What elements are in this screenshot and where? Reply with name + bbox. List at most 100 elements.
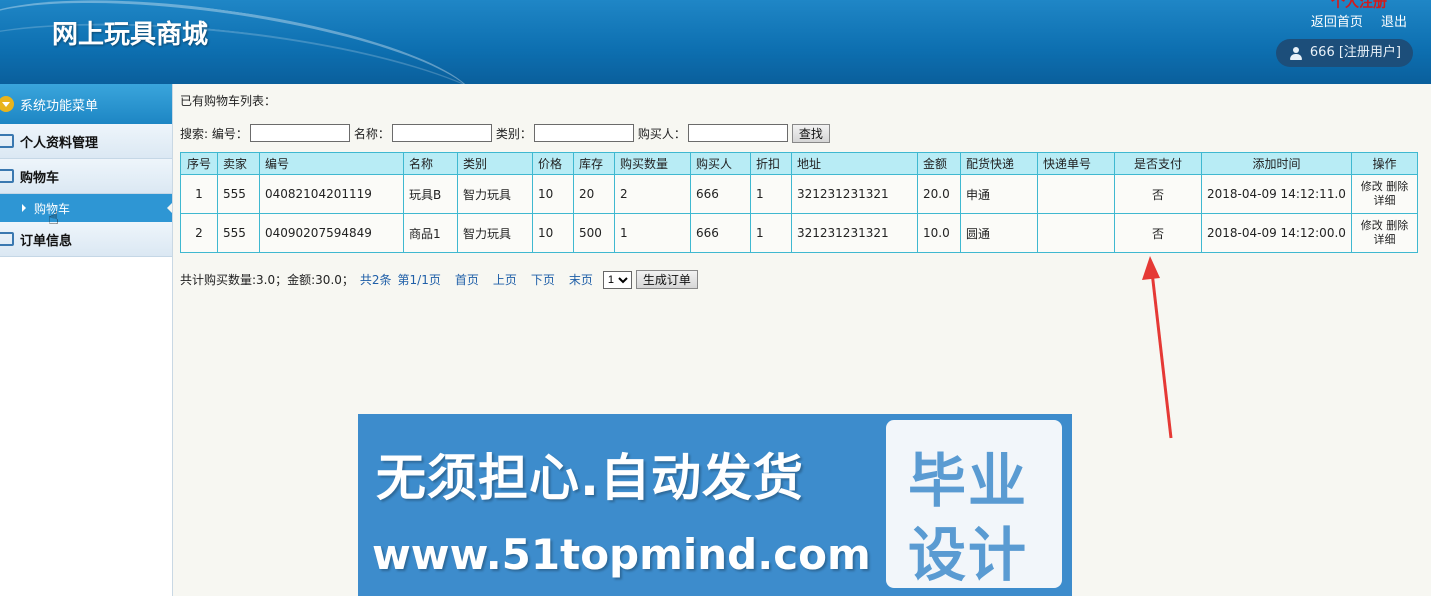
cell-ops: 修改 删除 详细 (1350, 174, 1419, 214)
sidebar-item-label: 购物车 (20, 170, 60, 186)
pager-next-link[interactable]: 下页 (531, 271, 555, 288)
home-link[interactable]: 返回首页 (1311, 15, 1363, 30)
sidebar-item-label: 个人资料管理 (20, 135, 99, 151)
search-button[interactable]: 查找 (791, 123, 830, 143)
top-links: 返回首页 退出 (1297, 11, 1407, 30)
page-select[interactable]: 1 (602, 270, 632, 289)
cell-paid: 否 (1114, 213, 1202, 253)
cell-no: 2 (180, 213, 218, 253)
list-title: 已有购物车列表： (180, 94, 277, 108)
cell-courier: 圆通 (960, 213, 1038, 253)
main-content: 已有购物车列表： 搜索: 编号： 名称： 类别： 购买人： 查找 序号 卖家 编… (180, 92, 1420, 289)
col-header: 添加时间 (1201, 152, 1352, 175)
pager-total: 共2条 (359, 273, 392, 287)
cell-discount: 1 (750, 213, 792, 253)
watermark-banner: 无须担心.自动发货 www.51topmind.com 毕业 设计 (358, 414, 1072, 596)
col-header: 快递单号 (1037, 152, 1115, 175)
table-row: 2 555 04090207594849 商品1 智力玩具 10 500 1 6… (180, 213, 1419, 253)
search-category-label: 类别： (495, 126, 532, 141)
sidebar-item-label: 订单信息 (20, 233, 73, 249)
cell-buyer: 666 (690, 174, 751, 214)
cell-buyer: 666 (690, 213, 751, 253)
cell-seller: 555 (217, 213, 260, 253)
delete-link[interactable]: 删除 (1386, 219, 1408, 232)
chat-icon (0, 169, 14, 183)
edit-icon (0, 232, 14, 246)
menu-title-label: 系统功能菜单 (20, 98, 99, 114)
col-header: 操作 (1350, 152, 1419, 175)
edit-link[interactable]: 修改 (1361, 180, 1383, 193)
sidebar-item-cart[interactable]: 购物车 (0, 159, 172, 194)
pager-first-link[interactable]: 首页 (455, 271, 479, 288)
cell-qty: 2 (614, 174, 691, 214)
sidebar-item-orders[interactable]: 订单信息 (0, 222, 172, 257)
cell-courier: 申通 (960, 174, 1038, 214)
col-header: 库存 (573, 152, 615, 175)
banner-box-line1: 毕业 (908, 447, 1029, 515)
cell-category: 智力玩具 (457, 213, 533, 253)
col-header: 购买人 (690, 152, 751, 175)
generate-order-button[interactable]: 生成订单 (635, 270, 698, 289)
user-icon (1289, 46, 1302, 60)
pager-last-link[interactable]: 末页 (569, 271, 593, 288)
cell-stock: 500 (573, 213, 615, 253)
pager-page-info: 第1/1页 (397, 273, 441, 287)
search-buyer-label: 购买人： (637, 126, 686, 141)
pager: 共计购买数量:3.0；金额:30.0； 共2条 第1/1页 首页 上页 下页 末… (180, 270, 698, 289)
pager-prev-link[interactable]: 上页 (493, 271, 517, 288)
header: 网上玩具商城 个人注册 返回首页 退出 666 [注册用户] (0, 0, 1431, 84)
search-bar: 搜索: 编号： 名称： 类别： 购买人： 查找 (180, 123, 1420, 143)
cell-amount: 20.0 (917, 174, 961, 214)
cell-tracking (1037, 213, 1115, 253)
cell-added: 2018-04-09 14:12:11.0 (1201, 174, 1352, 214)
sidebar-item-profile[interactable]: 个人资料管理 (0, 124, 172, 159)
list-icon (0, 134, 14, 148)
sidebar: 系统功能菜单 个人资料管理 购物车 购物车 订单信息 (0, 84, 173, 596)
sidebar-subitem-cart[interactable]: 购物车 (0, 194, 172, 222)
search-code-label: 搜索: 编号： (180, 126, 248, 141)
user-badge: 666 [注册用户] (1275, 39, 1413, 67)
cell-seller: 555 (217, 174, 260, 214)
search-buyer-input[interactable] (687, 124, 788, 142)
active-notch (167, 203, 172, 213)
col-header: 名称 (403, 152, 458, 175)
logout-link[interactable]: 退出 (1381, 15, 1407, 30)
hand-cursor-icon: ☝ (48, 208, 59, 229)
chevron-down-icon (0, 96, 14, 112)
edit-link[interactable]: 修改 (1361, 219, 1383, 232)
col-header: 编号 (259, 152, 404, 175)
delete-link[interactable]: 删除 (1386, 180, 1408, 193)
menu-title: 系统功能菜单 (0, 84, 172, 124)
table-header-row: 序号 卖家 编号 名称 类别 价格 库存 购买数量 购买人 折扣 地址 金额 配… (180, 152, 1419, 175)
caret-right-icon (22, 204, 26, 212)
user-label: 666 [注册用户] (1309, 45, 1401, 60)
cell-ops: 修改 删除 详细 (1350, 213, 1419, 253)
table-row: 1 555 04082104201119 玩具B 智力玩具 10 20 2 66… (180, 174, 1419, 214)
banner-box-line2: 设计 (908, 521, 1029, 589)
arrow-shaft (1150, 271, 1173, 439)
search-category-input[interactable] (533, 124, 634, 142)
cell-code: 04082104201119 (259, 174, 404, 214)
search-code-input[interactable] (249, 124, 350, 142)
pager-summary: 共计购买数量:3.0；金额:30.0； (180, 273, 354, 287)
cell-address: 321231231321 (791, 213, 918, 253)
cell-name: 商品1 (403, 213, 458, 253)
detail-link[interactable]: 详细 (1373, 233, 1395, 246)
site-title: 网上玩具商城 (52, 20, 209, 50)
cell-code: 04090207594849 (259, 213, 404, 253)
search-name-input[interactable] (391, 124, 492, 142)
col-header: 配货快递 (960, 152, 1038, 175)
detail-link[interactable]: 详细 (1373, 194, 1395, 207)
col-header: 地址 (791, 152, 918, 175)
col-header: 类别 (457, 152, 533, 175)
cell-price: 10 (532, 174, 574, 214)
banner-slogan: 无须担心.自动发货 (376, 449, 804, 507)
red-arrow-annotation (1142, 256, 1173, 439)
banner-box: 毕业 设计 (886, 420, 1062, 589)
cell-stock: 20 (573, 174, 615, 214)
col-header: 是否支付 (1114, 152, 1202, 175)
cell-no: 1 (180, 174, 218, 214)
col-header: 购买数量 (614, 152, 691, 175)
cell-price: 10 (532, 213, 574, 253)
cell-discount: 1 (750, 174, 792, 214)
